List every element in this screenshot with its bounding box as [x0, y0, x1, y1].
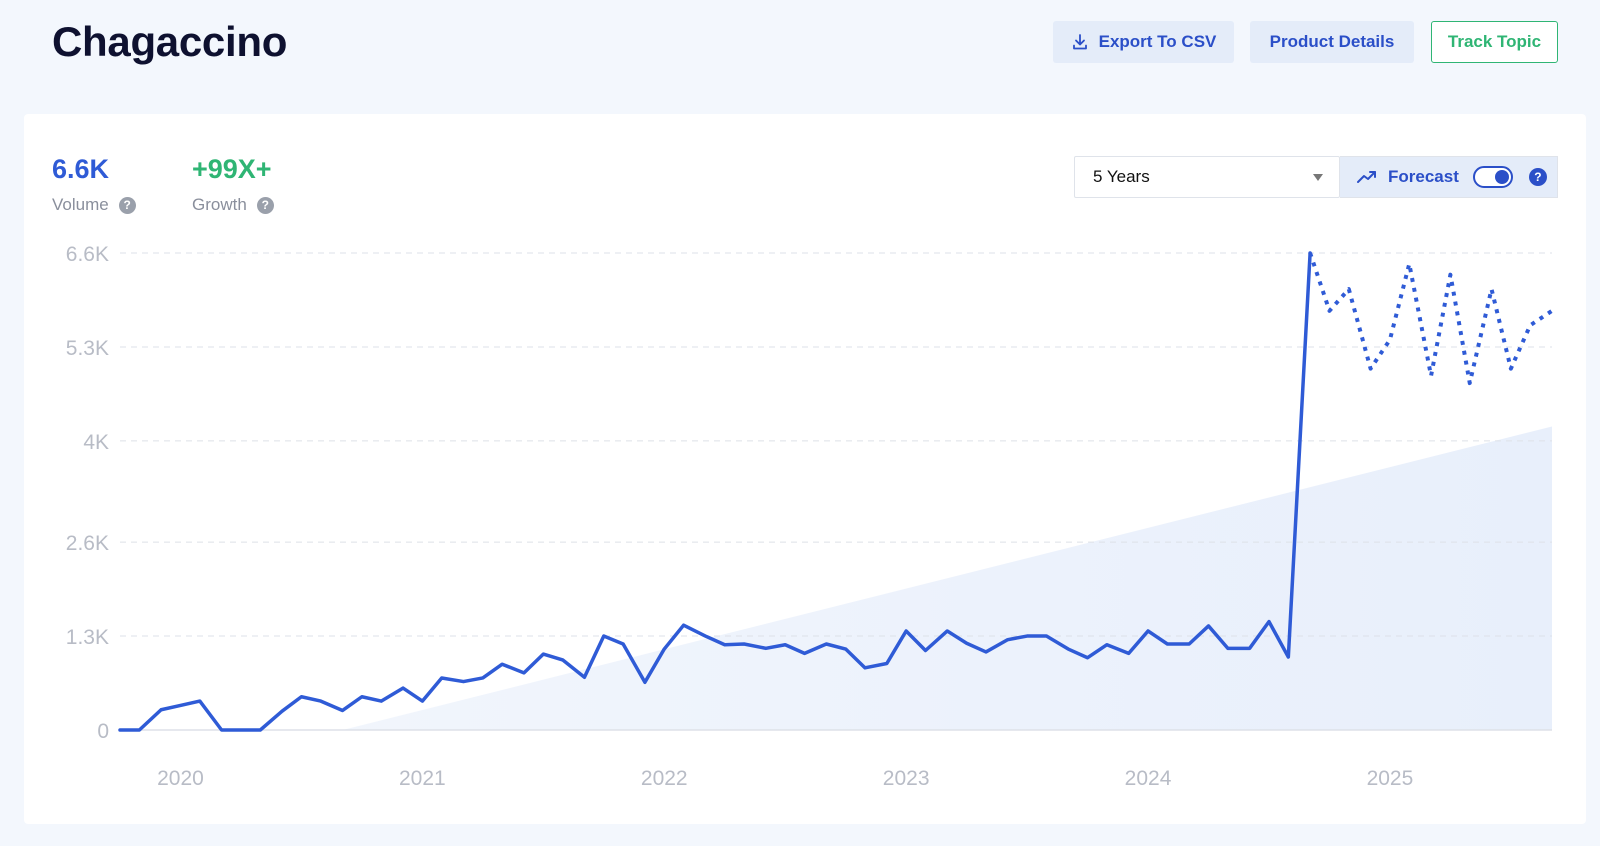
forecast-line: [1308, 252, 1554, 386]
y-tick-label: 0: [97, 720, 109, 743]
x-tick-label: 2021: [399, 767, 446, 790]
x-tick-label: 2023: [883, 767, 930, 790]
x-tick-label: 2020: [157, 767, 204, 790]
y-tick-label: 6.6K: [66, 243, 109, 266]
x-tick-label: 2025: [1367, 767, 1414, 790]
trend-area: [342, 426, 1552, 730]
x-tick-label: 2024: [1125, 767, 1172, 790]
y-tick-label: 4K: [83, 431, 109, 454]
y-tick-label: 5.3K: [66, 337, 109, 360]
y-tick-label: 1.3K: [66, 626, 109, 649]
trend-chart: 0 1.3K 2.6K 4K 5.3K 6.6K 2020 2021 2022 2023 2024 2…: [66, 243, 1554, 790]
x-tick-label: 2022: [641, 767, 688, 790]
y-tick-label: 2.6K: [66, 532, 109, 555]
